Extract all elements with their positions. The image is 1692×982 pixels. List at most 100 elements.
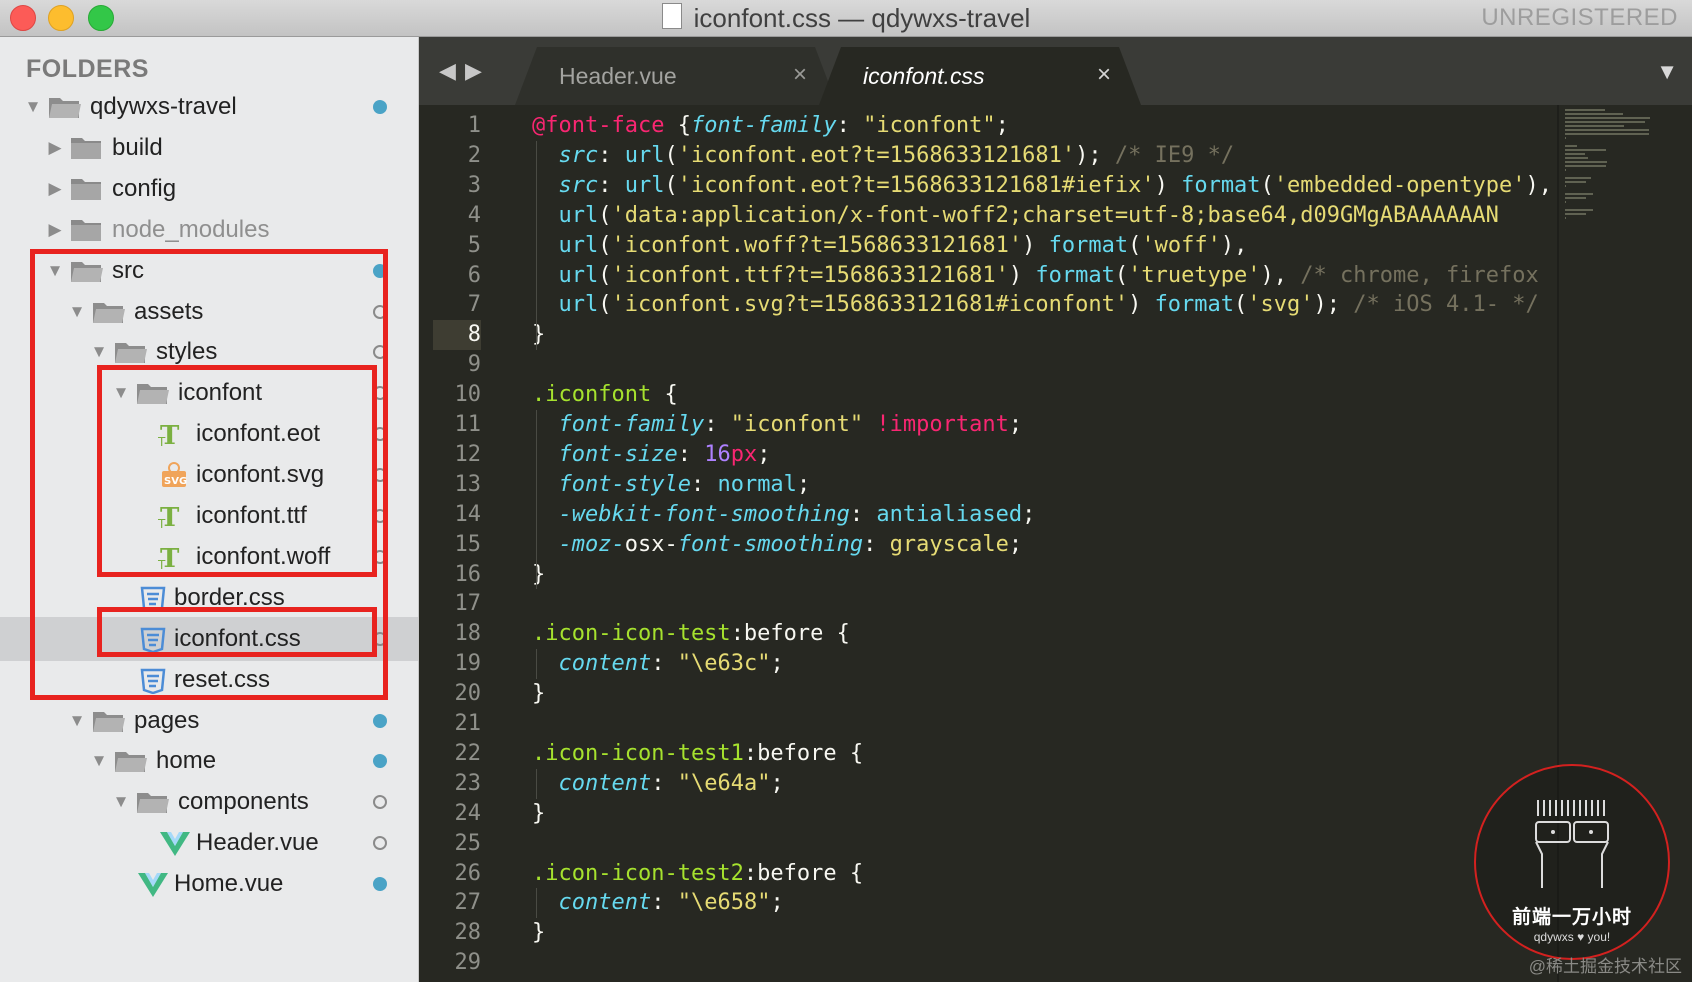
code-token: : (690, 471, 718, 497)
code-token: content (558, 770, 652, 796)
line-number-gutter: 1 2 3 4 5 6 7 8 9 10 11 12 13 14 15 16 17 18 19 20 21 22 23 24 2… (419, 105, 493, 982)
code-area[interactable]: @font-face {font-family: "iconfont"; src… (532, 105, 1557, 982)
tree-item-label: Header.vue (196, 829, 319, 857)
code-line: } (532, 679, 545, 709)
git-modified-badge (373, 877, 387, 892)
folder-icon (114, 747, 148, 775)
sidebar-header: FOLDERS (26, 55, 149, 83)
code-token: osx- (624, 531, 678, 557)
chevron-down-icon[interactable]: ▼ (1656, 59, 1678, 85)
code-token: format (1181, 172, 1261, 198)
git-modified-badge (373, 754, 387, 769)
close-icon[interactable]: × (793, 47, 807, 103)
tree-item-styles[interactable]: ▼ styles (0, 330, 418, 374)
code-line: -webkit-font-smoothing: antialiased; (532, 500, 1036, 530)
code-token: : (849, 501, 877, 527)
disclosure-expanded-icon[interactable]: ▼ (88, 341, 110, 363)
code-line: .icon-icon-test2:before { (532, 859, 863, 889)
code-token: 'iconfont.ttf?t=1568633121681' (611, 262, 1009, 288)
disclosure-expanded-icon[interactable]: ▼ (22, 96, 44, 118)
svg-text:T: T (158, 558, 166, 571)
line-number: 19 (454, 651, 482, 677)
git-untracked-badge (373, 631, 387, 646)
code-token: } (532, 561, 546, 587)
line-number: 6 (467, 262, 481, 288)
code-token: ( (598, 232, 612, 258)
code-token: ( (664, 172, 678, 198)
tree-item-border-css[interactable]: border.css (0, 576, 418, 620)
folder-icon (48, 93, 82, 121)
folder-icon (70, 216, 104, 244)
code-token: ), (1220, 232, 1248, 258)
tree-item-node-modules[interactable]: ▶ node_modules (0, 208, 418, 252)
disclosure-collapsed-icon[interactable]: ▶ (44, 137, 66, 159)
code-token: px (730, 441, 758, 467)
tree-item-pages[interactable]: ▼ pages (0, 699, 418, 743)
code-line: .icon-icon-test:before { (532, 619, 850, 649)
code-token: ( (598, 202, 612, 228)
tree-item-label: pages (134, 706, 200, 734)
disclosure-collapsed-icon[interactable]: ▶ (44, 178, 66, 200)
code-token: "\e64a" (677, 770, 771, 796)
tree-item-iconfont[interactable]: ▼ iconfont (0, 371, 418, 415)
tree-item-src[interactable]: ▼ src (0, 249, 418, 293)
code-token: /* chrome, firefox (1300, 262, 1539, 288)
tree-item-header-vue[interactable]: Header.vue (0, 821, 418, 865)
tree-item-build[interactable]: ▶ build (0, 126, 418, 170)
line-number: 1 (467, 113, 481, 138)
code-token: .icon-icon-test (532, 621, 731, 647)
svg-file-icon: SVG (158, 461, 192, 489)
disclosure-expanded-icon[interactable]: ▼ (110, 382, 132, 404)
tree-item-label: iconfont.svg (196, 461, 325, 489)
code-token: 'iconfont.eot?t=1568633121681#iefix' (677, 172, 1155, 198)
window-title-container: iconfont.css — qdywxs-travel (0, 0, 1692, 36)
tree-item-label: src (112, 256, 144, 284)
code-token: } (532, 800, 546, 826)
font-file-icon: TT (157, 420, 192, 451)
code-line: content: "\e64a"; (532, 769, 784, 799)
css-file-icon (136, 584, 170, 613)
tree-item-iconfont-svg[interactable]: SVG iconfont.svg (0, 453, 418, 497)
tree-item-assets[interactable]: ▼ assets (0, 290, 418, 334)
tree-item-label: node_modules (112, 215, 270, 243)
disclosure-expanded-icon[interactable]: ▼ (88, 750, 110, 772)
tree-item-label: iconfont.eot (196, 420, 321, 448)
tree-item-home-vue[interactable]: Home.vue (0, 862, 418, 906)
code-line: url('iconfont.svg?t=1568633121681#iconfo… (532, 290, 1539, 320)
tree-item-iconfont-woff[interactable]: T Ticonfont.woff (0, 535, 418, 579)
code-token: "\e658" (677, 890, 771, 916)
tree-item-home[interactable]: ▼ home (0, 739, 418, 783)
tree-item-iconfont-css[interactable]: iconfont.css (0, 616, 418, 661)
code-line: url('iconfont.woff?t=1568633121681') for… (532, 231, 1248, 261)
tab-iconfont-css[interactable]: iconfont.css × (819, 47, 1141, 105)
disclosure-expanded-icon[interactable]: ▼ (66, 301, 88, 323)
code-token: url (558, 202, 599, 228)
code-token: 'iconfont.woff?t=1568633121681' (611, 232, 1023, 258)
watermark-site: @稀土掘金技术社区 (1528, 957, 1682, 976)
code-token: format (1154, 292, 1235, 318)
tree-item-iconfont-eot[interactable]: T Ticonfont.eot (0, 412, 418, 456)
disclosure-expanded-icon[interactable]: ▼ (110, 791, 132, 813)
code-token: content (558, 890, 652, 916)
disclosure-expanded-icon[interactable]: ▼ (44, 260, 66, 282)
code-token: url (558, 292, 599, 318)
tree-item-components[interactable]: ▼ components (0, 780, 418, 824)
code-line: @font-face {font-family: "iconfont"; (532, 111, 1009, 141)
tree-item-qdywxs-travel[interactable]: ▼ qdywxs-travel (0, 85, 418, 129)
close-icon[interactable]: × (1097, 47, 1111, 103)
tree-item-config[interactable]: ▶ config (0, 167, 418, 211)
tab-header-vue[interactable]: Header.vue × (515, 47, 837, 105)
code-line: -moz-osx-font-smoothing: grayscale; (532, 530, 1023, 560)
tree-item-iconfont-ttf[interactable]: T Ticonfont.ttf (0, 494, 418, 538)
tree-item-reset-css[interactable]: reset.css (0, 658, 418, 702)
nav-back-icon[interactable]: ◀ (439, 59, 456, 83)
line-number: 22 (454, 740, 482, 766)
disclosure-expanded-icon[interactable]: ▼ (66, 710, 88, 732)
watermark-subtitle: qdywxs ♥ you! (1533, 930, 1611, 944)
code-token: "iconfont" (863, 113, 996, 138)
line-number: 24 (454, 800, 482, 826)
nav-forward-icon[interactable]: ▶ (465, 59, 482, 83)
minimap-line (1565, 217, 1567, 219)
disclosure-collapsed-icon[interactable]: ▶ (44, 219, 66, 241)
